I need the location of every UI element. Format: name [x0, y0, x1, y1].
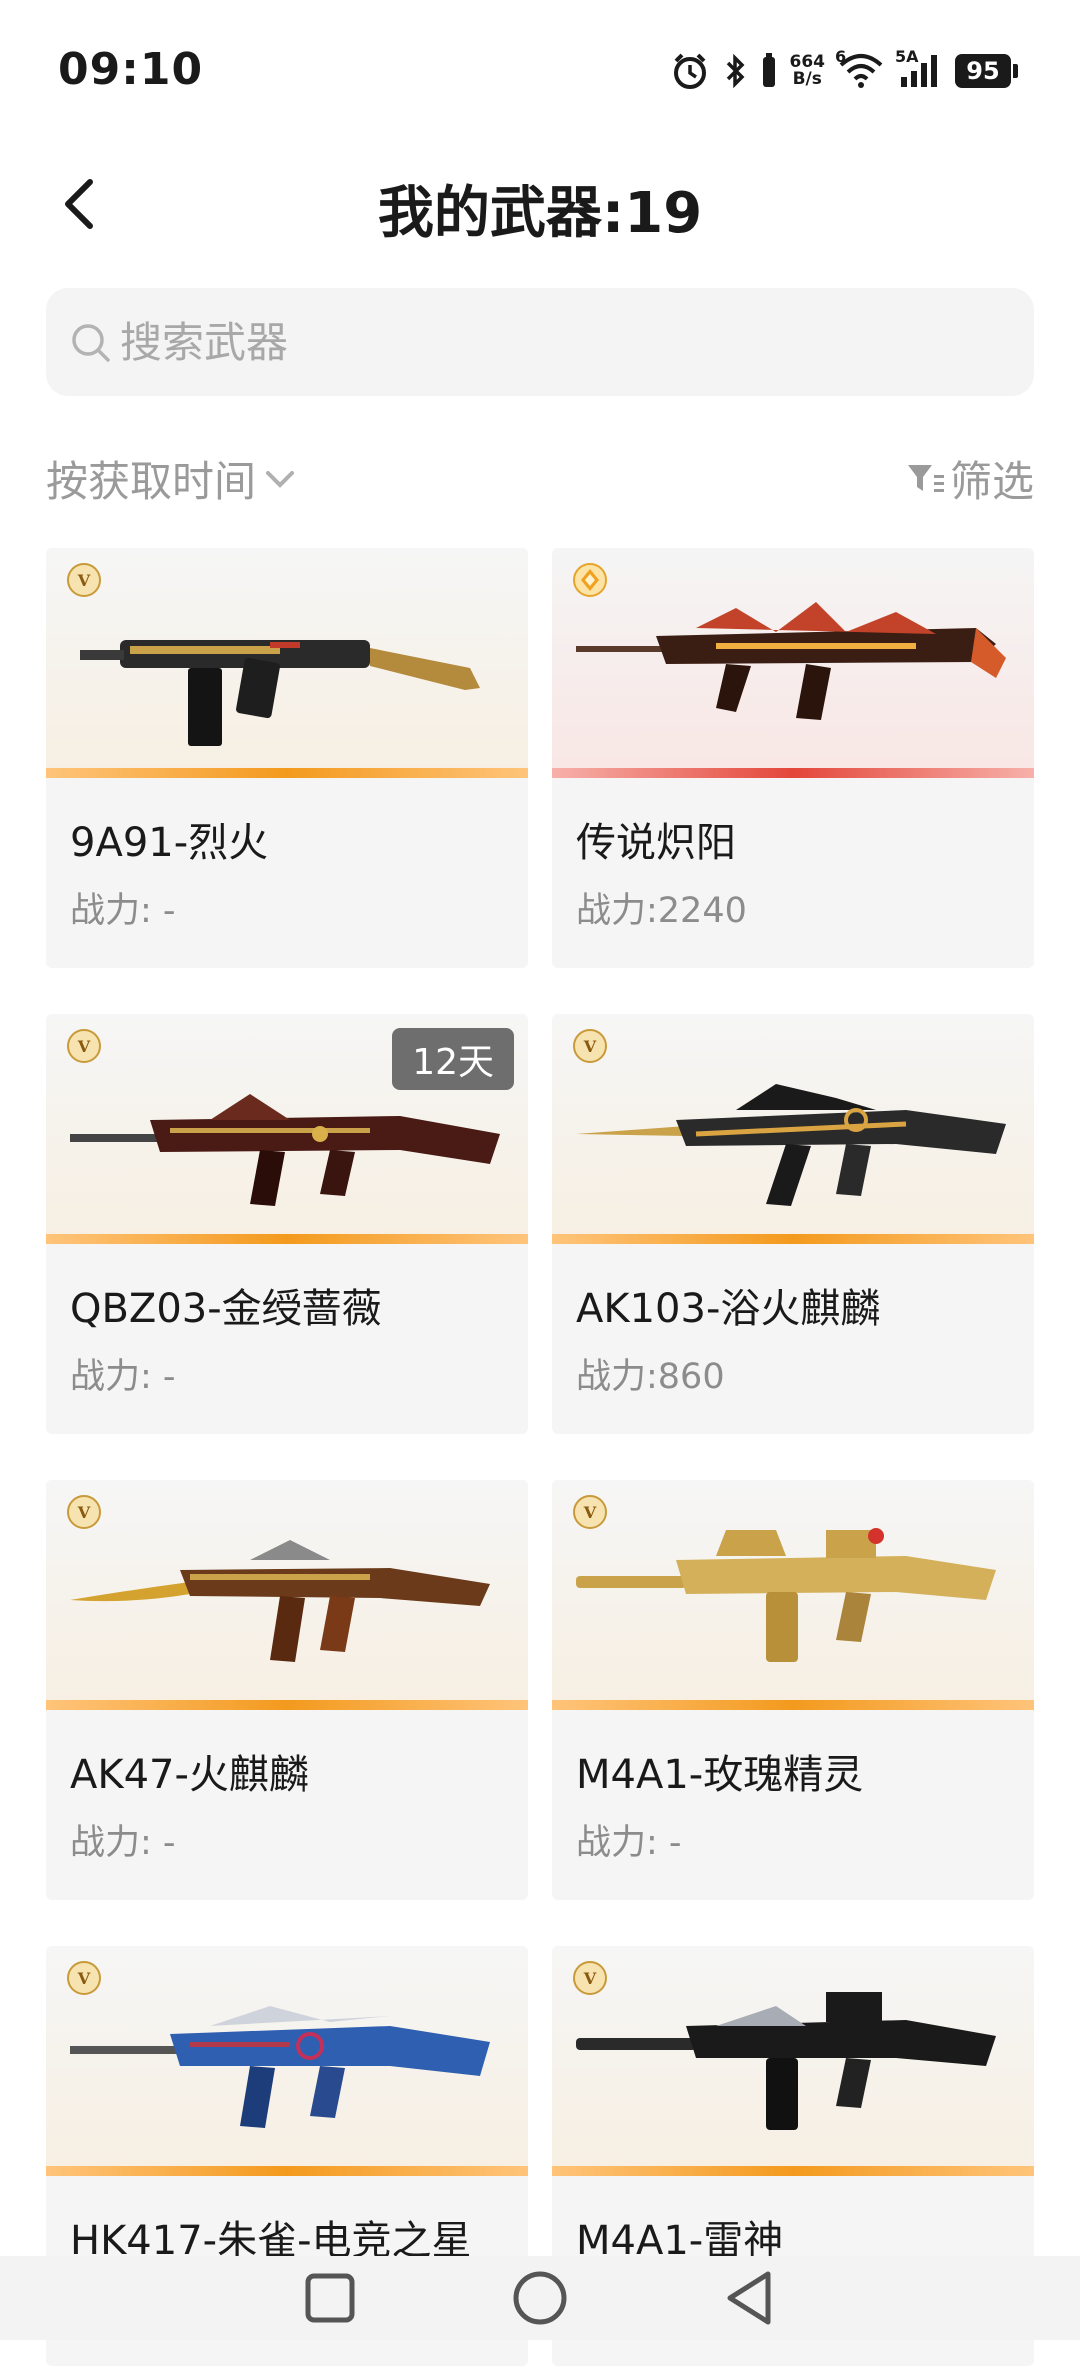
weapon-name: 传说炽阳 [576, 820, 736, 866]
weapon-card[interactable]: 传说炽阳 战力:2240 [552, 548, 1034, 968]
weapon-name: AK103-浴火麒麟 [576, 1286, 881, 1332]
triangle-back-icon [727, 2271, 771, 2325]
weapon-grid: V 9A91-烈火 战力: - 传说炽阳 战力:2240 V 12天 QBZ03… [46, 548, 1034, 2366]
weapon-card[interactable]: V 9A91-烈火 战力: - [46, 548, 528, 968]
weapon-image: V [552, 1480, 1034, 1710]
signal-label: 5A [895, 47, 919, 66]
weapon-card[interactable]: V AK47-火麒麟 战力: - [46, 1480, 528, 1900]
rifle-weapon-icon [576, 1528, 996, 1662]
filter-button[interactable]: 筛选 [906, 448, 1034, 509]
battery-level: 95 [955, 54, 1011, 88]
rifle-weapon-icon [70, 1094, 500, 1206]
weapon-name: M4A1-玫瑰精灵 [576, 1752, 864, 1798]
rifle-weapon-icon [576, 1084, 1006, 1206]
weapon-power: 战力:860 [576, 1357, 725, 1397]
filter-icon [907, 464, 944, 492]
network-speed: 664 B/s [790, 54, 826, 88]
weapon-image: V [552, 1014, 1034, 1244]
weapon-power: 战力:2240 [576, 891, 747, 931]
circle-icon [513, 2271, 567, 2325]
search-box[interactable] [46, 288, 1034, 396]
recent-apps-button[interactable] [300, 2268, 360, 2328]
page-title: 我的武器:19 [377, 181, 703, 246]
weapon-image: V [46, 548, 528, 778]
weapon-power: 战力: - [70, 1823, 176, 1863]
rifle-weapon-icon [70, 2006, 490, 2128]
rifle-weapon-icon [576, 602, 1006, 720]
status-time: 09:10 [58, 44, 204, 95]
filter-label: 筛选 [949, 457, 1034, 506]
net-speed-unit: B/s [792, 69, 822, 89]
battery-saver-icon [762, 53, 776, 89]
bluetooth-icon [724, 51, 748, 91]
weapon-name: QBZ03-金绶蔷薇 [70, 1286, 382, 1332]
weapon-card[interactable]: V AK103-浴火麒麟 战力:860 [552, 1014, 1034, 1434]
weapon-power: 战力: - [70, 1357, 176, 1397]
weapon-power: 战力: - [70, 891, 176, 931]
weapon-image: V [552, 1946, 1034, 2176]
weapon-name: AK47-火麒麟 [70, 1752, 309, 1798]
sort-label: 按获取时间 [46, 457, 257, 506]
alarm-icon [670, 51, 710, 91]
smg-weapon-icon [80, 640, 480, 746]
wifi-label: 6 [835, 47, 847, 66]
weapon-power: 战力: - [576, 1823, 682, 1863]
weapon-image: V [46, 1946, 528, 2176]
status-bar: 09:10 664 B/s 6 5A 95 [0, 0, 1080, 140]
system-nav-bar [0, 2256, 1080, 2340]
weapon-image: V [46, 1480, 528, 1710]
square-icon [305, 2273, 355, 2323]
weapon-image: V 12天 [46, 1014, 528, 1244]
home-button[interactable] [510, 2268, 570, 2328]
search-icon [72, 324, 110, 362]
cell-signal-icon: 5A [895, 47, 941, 89]
battery-icon: 95 [955, 54, 1018, 88]
search-input[interactable] [120, 317, 1000, 367]
rifle-weapon-icon [70, 1540, 490, 1662]
sort-dropdown[interactable]: 按获取时间 [46, 448, 298, 509]
weapon-image [552, 548, 1034, 778]
sort-filter-row: 按获取时间 筛选 [46, 448, 1034, 508]
rifle-weapon-icon [576, 1992, 996, 2130]
wifi-icon: 6 [835, 47, 883, 89]
header: 我的武器:19 [0, 150, 1080, 260]
weapon-card[interactable]: V M4A1-玫瑰精灵 战力: - [552, 1480, 1034, 1900]
weapon-name: 9A91-烈火 [70, 820, 269, 866]
status-icons: 664 B/s 6 5A 95 [670, 47, 1018, 94]
chevron-down-icon [266, 470, 295, 488]
weapon-card[interactable]: V 12天 QBZ03-金绶蔷薇 战力: - [46, 1014, 528, 1434]
back-nav-button[interactable] [720, 2268, 780, 2328]
